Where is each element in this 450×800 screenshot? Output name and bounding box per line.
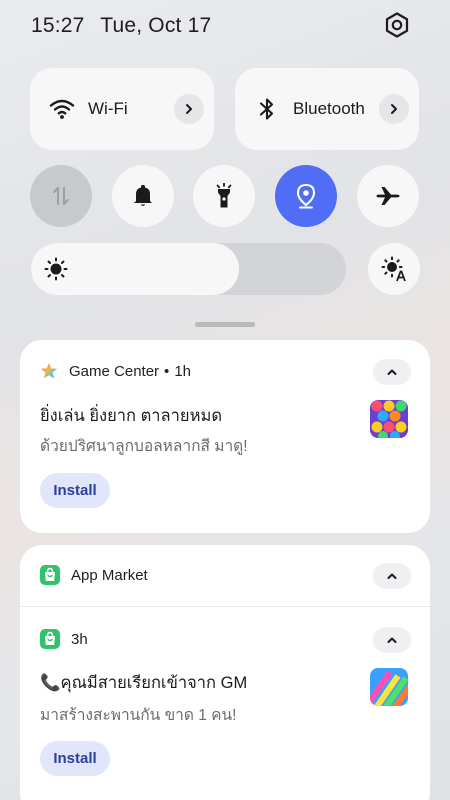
status-bar-clock: 15:27 Tue, Oct 17	[31, 14, 221, 38]
wifi-expand-chevron-icon[interactable]	[174, 94, 204, 124]
notification-time: 3h	[71, 630, 88, 648]
notification-card-app-market[interactable]: App Market 3h 📞คุณมีสายเรียกเข้าจาก GM ม…	[20, 545, 430, 800]
do-not-disturb-toggle[interactable]	[112, 165, 174, 227]
flashlight-icon	[216, 183, 232, 208]
app-market-bag-icon	[40, 565, 60, 585]
wifi-label: Wi-Fi	[88, 99, 128, 118]
bell-icon	[134, 185, 152, 206]
notification-time: 1h	[174, 362, 191, 380]
collapse-chevron-up-icon[interactable]	[373, 627, 411, 653]
notification-text: มาสร้างสะพานกัน ขาด 1 คน!	[40, 707, 237, 724]
notification-header: Game Center • 1h	[40, 362, 191, 380]
wifi-tile[interactable]: Wi-Fi	[30, 68, 214, 150]
install-button[interactable]: Install	[40, 741, 110, 776]
clock-date: Tue, Oct 17	[100, 14, 212, 37]
collapse-group-chevron-up-icon[interactable]	[373, 563, 411, 589]
app-market-bag-icon	[40, 629, 60, 649]
collapse-chevron-up-icon[interactable]	[373, 359, 411, 385]
settings-gear-icon[interactable]	[383, 11, 411, 39]
notification-app-name: Game Center	[69, 362, 160, 380]
mobile-data-toggle[interactable]	[30, 165, 92, 227]
bluetooth-expand-chevron-icon[interactable]	[379, 94, 409, 124]
notification-title: 📞คุณมีสายเรียกเข้าจาก GM	[40, 674, 248, 692]
notification-group-header: App Market	[40, 565, 148, 585]
mobile-data-icon	[53, 187, 69, 205]
game-center-star-icon	[41, 363, 57, 379]
brightness-slider[interactable]	[31, 243, 346, 295]
auto-brightness-icon	[381, 256, 406, 282]
wifi-icon	[48, 95, 76, 123]
notification-title: ยิ่งเล่น ยิ่งยาก ตาลายหมด	[40, 407, 223, 425]
bluetooth-icon	[253, 95, 281, 123]
notification-card-game-center[interactable]: Game Center • 1h ยิ่งเล่น ยิ่งยาก ตาลายห…	[20, 340, 430, 533]
bluetooth-label: Bluetooth	[293, 99, 365, 118]
location-pin-icon	[296, 183, 316, 209]
airplane-mode-toggle[interactable]	[357, 165, 419, 227]
header-separator-dot: •	[164, 362, 170, 380]
bluetooth-tile[interactable]: Bluetooth	[235, 68, 419, 150]
notification-header: 3h	[40, 629, 88, 649]
notification-text: ด้วยปริศนาลูกบอลหลากสี มาดู!	[40, 438, 248, 455]
game-thumbnail-colorful-sticks	[370, 668, 408, 706]
flashlight-toggle[interactable]	[193, 165, 255, 227]
brightness-sun-icon	[44, 257, 68, 281]
divider	[20, 606, 430, 607]
game-thumbnail-bubbles	[370, 400, 408, 438]
location-toggle[interactable]	[275, 165, 337, 227]
notification-app-name: App Market	[71, 566, 148, 584]
auto-brightness-toggle[interactable]	[368, 243, 420, 295]
airplane-icon	[376, 187, 400, 205]
install-button[interactable]: Install	[40, 473, 110, 508]
shade-drag-handle[interactable]	[195, 322, 255, 327]
clock-time: 15:27	[31, 14, 85, 37]
